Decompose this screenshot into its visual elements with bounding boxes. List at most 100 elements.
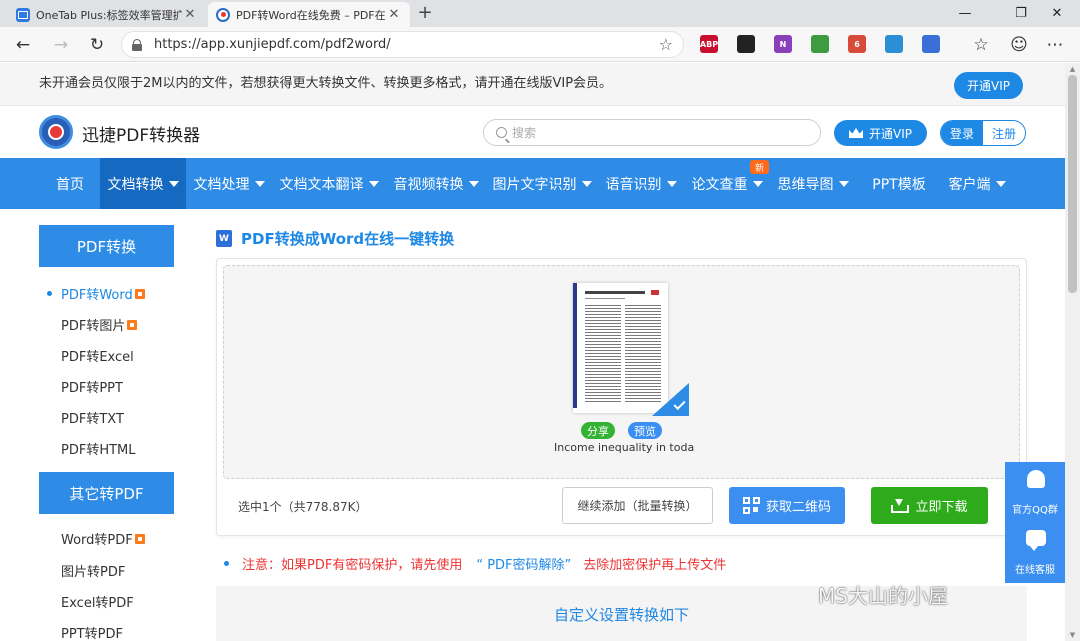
- nav-doc-convert[interactable]: 文档转换: [100, 158, 186, 209]
- search-icon: [496, 127, 507, 138]
- thumbnail-logo: [651, 290, 659, 295]
- caret-down-icon: [838, 180, 849, 187]
- sidebar-item-pdf-to-ppt[interactable]: PDF转PPT: [61, 377, 123, 396]
- tab-title: OneTab Plus:标签效率管理扩展: [36, 8, 182, 22]
- screen-icon[interactable]: [922, 35, 940, 53]
- reload-icon[interactable]: ↻: [84, 32, 110, 58]
- onenote-icon[interactable]: N: [774, 35, 792, 53]
- scroll-thumb[interactable]: [1068, 75, 1077, 293]
- hot-icon: [134, 288, 145, 299]
- online-service-button[interactable]: 在线客服: [1005, 561, 1065, 576]
- nav-doc-process[interactable]: 文档处理: [186, 158, 272, 209]
- minimize-icon[interactable]: —: [942, 0, 988, 27]
- register-button[interactable]: 注册: [983, 121, 1025, 145]
- sidebar-item-pdf-to-image[interactable]: PDF转图片: [61, 315, 138, 334]
- download-icon: [891, 498, 910, 513]
- close-icon[interactable]: ✕: [386, 7, 402, 22]
- chat-icon: [1026, 530, 1046, 551]
- sidebar-item-ppt-to-pdf[interactable]: PPT转PDF: [61, 623, 123, 641]
- caret-down-icon: [468, 180, 479, 187]
- notice-text: 未开通会员仅限于2M以内的文件，若想获得更大转换文件、转换更多格式，请开通在线版…: [39, 76, 613, 91]
- page-title: W PDF转换成Word在线一键转换: [216, 228, 454, 249]
- search-input[interactable]: 搜索: [483, 119, 821, 146]
- forward-icon[interactable]: →: [48, 32, 74, 58]
- tab-onetab[interactable]: OneTab Plus:标签效率管理扩展 ✕: [8, 2, 206, 27]
- sidebar-title-to-pdf: 其它转PDF: [39, 472, 174, 514]
- download-now-button[interactable]: 立即下载: [871, 487, 988, 524]
- auth-group: 登录 注册: [940, 120, 1026, 146]
- qq-group-button[interactable]: 官方QQ群: [1005, 501, 1065, 516]
- tampermonkey-icon[interactable]: [737, 35, 755, 53]
- sidebar-title-pdf-convert: PDF转换: [39, 225, 174, 267]
- scroll-down-icon[interactable]: ▼: [1065, 629, 1080, 641]
- caret-down-icon: [254, 180, 265, 187]
- nav-translate[interactable]: 文档文本翻译: [272, 158, 386, 209]
- shield-icon[interactable]: [885, 35, 903, 53]
- file-thumbnail-card[interactable]: [556, 283, 689, 416]
- caret-down-icon: [995, 180, 1006, 187]
- main-nav: 首页 文档转换 文档处理 文档文本翻译 音视频转换 图片文字识别 语音识别 论文…: [0, 158, 1065, 209]
- new-badge: 新: [750, 160, 769, 174]
- floating-service-panel: 官方QQ群 在线客服: [1005, 462, 1065, 583]
- star-icon[interactable]: ☆: [659, 35, 673, 54]
- selected-count: 选中1个（共778.87K）: [238, 500, 368, 514]
- header-vip-button[interactable]: 开通VIP: [834, 120, 927, 146]
- profile-icon[interactable]: ☺: [1006, 32, 1032, 58]
- crown-icon: [849, 128, 863, 138]
- nav-av-convert[interactable]: 音视频转换: [386, 158, 486, 209]
- sidebar-item-pdf-to-txt[interactable]: PDF转TXT: [61, 408, 124, 427]
- caret-down-icon: [752, 180, 763, 187]
- tab-xunjie-pdf[interactable]: PDF转Word在线免费 – PDF在线转 ✕: [208, 2, 410, 27]
- thumbnail-column-right: [625, 305, 661, 403]
- brand-name[interactable]: 迅捷PDF转换器: [82, 121, 200, 146]
- nav-ocr[interactable]: 图片文字识别: [486, 158, 598, 209]
- close-icon[interactable]: ✕: [182, 7, 198, 22]
- sidebar-item-image-to-pdf[interactable]: 图片转PDF: [61, 561, 125, 580]
- nav-home[interactable]: 首页: [40, 158, 100, 209]
- caret-down-icon: [666, 180, 677, 187]
- lock-icon: [132, 38, 142, 51]
- word-icon: W: [216, 230, 232, 247]
- logo-icon[interactable]: [39, 115, 73, 149]
- address-bar: ← → ↻ https://app.xunjiepdf.com/pdf2word…: [0, 27, 1080, 62]
- thumbnail-edge: [573, 283, 577, 408]
- nav-speech[interactable]: 语音识别: [598, 158, 684, 209]
- puzzle-badge-icon[interactable]: 6: [848, 35, 866, 53]
- tab-title: PDF转Word在线免费 – PDF在线转: [236, 8, 386, 22]
- onetab-icon: [16, 7, 30, 22]
- sidebar-item-pdf-to-excel[interactable]: PDF转Excel: [61, 346, 134, 365]
- page-scrollbar[interactable]: ▲ ▼: [1065, 63, 1080, 641]
- back-icon[interactable]: ←: [10, 32, 36, 58]
- file-name: Income inequality in toda...: [554, 441, 694, 454]
- continue-add-button[interactable]: 继续添加（批量转换）: [562, 487, 713, 524]
- qrcode-icon: [742, 497, 760, 514]
- adblock-icon[interactable]: ABP: [700, 35, 718, 53]
- window-close-icon[interactable]: ✕: [1034, 0, 1080, 27]
- nav-ppt-template[interactable]: PPT模板: [860, 158, 938, 209]
- sidebar-item-pdf-to-word[interactable]: PDF转Word: [47, 284, 145, 303]
- new-tab-button[interactable]: +: [414, 2, 436, 24]
- get-qrcode-button[interactable]: 获取二维码: [729, 487, 845, 524]
- sidebar-item-word-to-pdf[interactable]: Word转PDF: [61, 529, 145, 548]
- preview-button[interactable]: 预览: [628, 422, 662, 439]
- url-field[interactable]: https://app.xunjiepdf.com/pdf2word/ ☆: [121, 31, 684, 58]
- active-bullet: [47, 291, 52, 296]
- search-placeholder: 搜索: [512, 126, 537, 140]
- browser-tab-bar: OneTab Plus:标签效率管理扩展 ✕ PDF转Word在线免费 – PD…: [0, 0, 1080, 27]
- site-header: 迅捷PDF转换器 搜索 开通VIP 登录 注册: [0, 107, 1065, 158]
- caret-down-icon: [368, 180, 379, 187]
- scroll-up-icon[interactable]: ▲: [1065, 63, 1080, 75]
- nav-client[interactable]: 客户端: [940, 158, 1014, 209]
- cube-icon[interactable]: [811, 35, 829, 53]
- more-icon[interactable]: ⋯: [1042, 32, 1068, 58]
- notice-vip-button[interactable]: 开通VIP: [954, 72, 1023, 99]
- sidebar-item-pdf-to-html[interactable]: PDF转HTML: [61, 439, 136, 458]
- sidebar-item-excel-to-pdf[interactable]: Excel转PDF: [61, 592, 134, 611]
- qq-icon: [1027, 470, 1045, 488]
- login-button[interactable]: 登录: [941, 121, 983, 145]
- xunjie-favicon-icon: [216, 7, 230, 22]
- share-button[interactable]: 分享: [581, 422, 615, 439]
- pdf-unlock-link[interactable]: “ PDF密码解除”: [476, 558, 571, 573]
- favorites-icon[interactable]: ☆: [968, 32, 994, 58]
- nav-mindmap[interactable]: 思维导图: [770, 158, 856, 209]
